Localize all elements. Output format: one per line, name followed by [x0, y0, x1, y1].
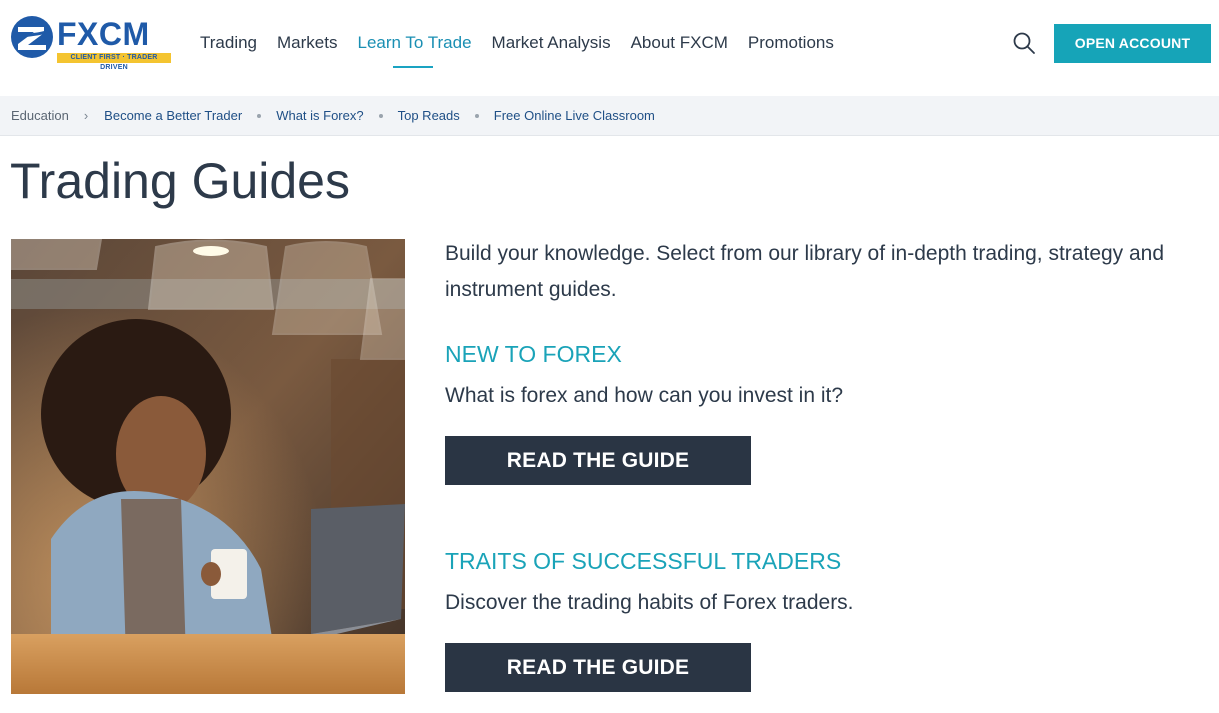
breadcrumb-dot: [474, 113, 479, 118]
open-account-button[interactable]: OPEN ACCOUNT: [1054, 24, 1211, 63]
breadcrumb-dot: [378, 113, 383, 118]
nav-item-about-fxcm[interactable]: About FXCM: [631, 30, 728, 56]
active-nav-indicator: [393, 66, 434, 68]
breadcrumb-dot: [257, 113, 262, 118]
intro-text: Build your knowledge. Select from our li…: [445, 242, 1165, 301]
read-guide-button-new-to-forex[interactable]: READ THE GUIDE: [445, 436, 751, 485]
breadcrumb-link-top-reads[interactable]: Top Reads: [398, 108, 460, 123]
logo-tagline: CLIENT FIRST · TRADER DRIVEN: [57, 53, 171, 71]
section-title-traits: TRAITS OF SUCCESSFUL TRADERS: [445, 548, 842, 574]
nav-item-label: Learn To Trade: [357, 33, 472, 52]
site-header: FXCM CLIENT FIRST · TRADER DRIVEN Tradin…: [0, 0, 1219, 96]
breadcrumb: Education › Become a Better Trader What …: [0, 96, 1219, 136]
chevron-right-icon: ›: [83, 108, 89, 123]
hero-photo: [11, 239, 405, 694]
nav-item-markets[interactable]: Markets: [277, 30, 337, 56]
main-nav: Trading Markets Learn To Trade Market An…: [200, 30, 854, 68]
fxcm-logo-mark-icon: [11, 16, 53, 58]
search-icon[interactable]: [1012, 31, 1036, 55]
breadcrumb-link-what-is-forex[interactable]: What is Forex?: [276, 108, 363, 123]
logo-wordmark: FXCM: [57, 16, 150, 52]
guides-content: Build your knowledge. Select from our li…: [445, 236, 1215, 692]
fxcm-logo[interactable]: FXCM CLIENT FIRST · TRADER DRIVEN: [10, 15, 172, 71]
page-title: Trading Guides: [10, 153, 350, 209]
nav-item-promotions[interactable]: Promotions: [748, 30, 834, 56]
breadcrumb-link-live-classroom[interactable]: Free Online Live Classroom: [494, 108, 655, 123]
nav-item-market-analysis[interactable]: Market Analysis: [492, 30, 611, 56]
read-guide-button-traits[interactable]: READ THE GUIDE: [445, 643, 751, 692]
section-title-new-to-forex: NEW TO FOREX: [445, 341, 622, 367]
section-desc-traits: Discover the trading habits of Forex tra…: [445, 591, 854, 614]
nav-item-trading[interactable]: Trading: [200, 30, 257, 56]
nav-item-learn-to-trade[interactable]: Learn To Trade: [357, 30, 472, 68]
breadcrumb-home[interactable]: Education: [11, 108, 69, 123]
section-desc-new-to-forex: What is forex and how can you invest in …: [445, 384, 844, 407]
breadcrumb-link-better-trader[interactable]: Become a Better Trader: [104, 108, 242, 123]
